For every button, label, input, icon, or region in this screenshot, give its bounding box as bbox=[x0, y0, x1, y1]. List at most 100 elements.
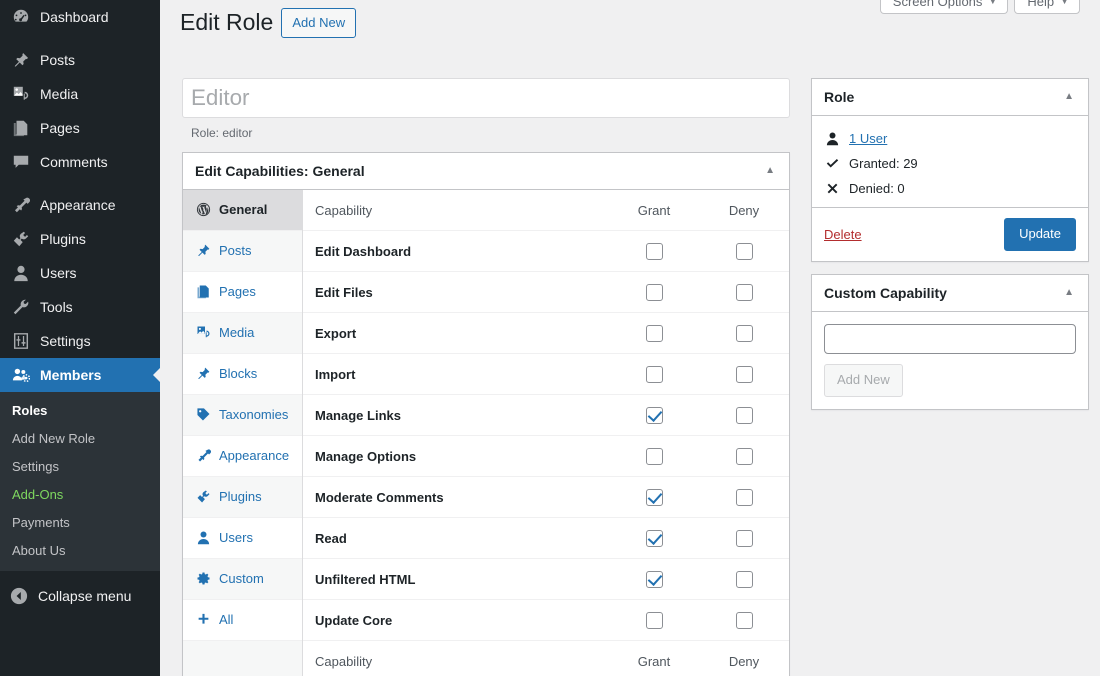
column-footer-deny: Deny bbox=[699, 641, 789, 676]
sidebar-item-appearance[interactable]: Appearance bbox=[0, 188, 160, 222]
main-column: Role: editor Edit Capabilities: General … bbox=[182, 78, 790, 676]
submenu-item-settings[interactable]: Settings bbox=[0, 453, 160, 481]
table-row: Unfiltered HTML bbox=[303, 559, 789, 600]
capability-tab-all[interactable]: All bbox=[183, 600, 302, 641]
screen-options-button[interactable]: Screen Options ▼ bbox=[880, 0, 1009, 14]
deny-checkbox[interactable] bbox=[736, 366, 753, 383]
check-icon bbox=[824, 156, 841, 171]
grant-checkbox[interactable] bbox=[646, 325, 663, 342]
sidebar-item-pages[interactable]: Pages bbox=[0, 111, 160, 145]
capability-tab-posts[interactable]: Posts bbox=[183, 231, 302, 272]
role-users-line: 1 User bbox=[824, 126, 1076, 151]
submenu-item-add-ons[interactable]: Add-Ons bbox=[0, 481, 160, 509]
toggle-caret-up-icon[interactable]: ▲ bbox=[1062, 283, 1076, 302]
members-icon bbox=[11, 365, 31, 385]
sidebar-item-posts[interactable]: Posts bbox=[0, 43, 160, 77]
sidebar-item-dashboard[interactable]: Dashboard bbox=[0, 0, 160, 34]
media-icon bbox=[11, 84, 31, 104]
custom-capability-body: Add New bbox=[812, 312, 1088, 409]
grant-checkbox[interactable] bbox=[646, 243, 663, 260]
capability-tab-appearance[interactable]: Appearance bbox=[183, 436, 302, 477]
deny-cell bbox=[699, 395, 789, 436]
grant-checkbox[interactable] bbox=[646, 284, 663, 301]
collapse-menu-button[interactable]: Collapse menu bbox=[0, 579, 160, 613]
toggle-caret-up-icon[interactable]: ▲ bbox=[763, 161, 777, 180]
capability-tab-pages[interactable]: Pages bbox=[183, 272, 302, 313]
capability-tab-media[interactable]: Media bbox=[183, 313, 302, 354]
sidebar-item-label: Settings bbox=[40, 334, 91, 348]
sidebar-item-comments[interactable]: Comments bbox=[0, 145, 160, 179]
collapse-icon bbox=[9, 586, 29, 606]
chevron-down-icon: ▼ bbox=[1060, 0, 1069, 6]
update-role-button[interactable]: Update bbox=[1004, 218, 1076, 251]
submenu-item-roles[interactable]: Roles bbox=[0, 397, 160, 425]
deny-checkbox[interactable] bbox=[736, 325, 753, 342]
deny-cell bbox=[699, 477, 789, 518]
edit-capabilities-header: Edit Capabilities: General ▲ bbox=[183, 153, 789, 190]
sidebar-separator bbox=[0, 34, 160, 43]
column-footer-capability: Capability bbox=[303, 641, 609, 676]
deny-checkbox[interactable] bbox=[736, 530, 753, 547]
grant-checkbox[interactable] bbox=[646, 530, 663, 547]
deny-checkbox[interactable] bbox=[736, 407, 753, 424]
deny-checkbox[interactable] bbox=[736, 612, 753, 629]
role-name-input[interactable] bbox=[182, 78, 790, 118]
submenu-item-payments[interactable]: Payments bbox=[0, 509, 160, 537]
table-row: Manage Options bbox=[303, 436, 789, 477]
users-icon bbox=[11, 263, 31, 283]
chevron-down-icon: ▼ bbox=[988, 0, 997, 6]
users-icon bbox=[195, 529, 212, 546]
custom-capability-input[interactable] bbox=[824, 324, 1076, 354]
submenu-item-about-us[interactable]: About Us bbox=[0, 537, 160, 565]
sidebar-item-settings[interactable]: Settings bbox=[0, 324, 160, 358]
add-new-capability-button[interactable]: Add New bbox=[824, 364, 903, 397]
role-users-link[interactable]: 1 User bbox=[849, 131, 887, 146]
grant-checkbox[interactable] bbox=[646, 448, 663, 465]
role-box-header: Role ▲ bbox=[812, 79, 1088, 116]
sidebar-item-users[interactable]: Users bbox=[0, 256, 160, 290]
sidebar-item-label: Appearance bbox=[40, 198, 116, 212]
role-granted-text: Granted: 29 bbox=[849, 156, 918, 171]
dashboard-icon bbox=[11, 7, 31, 27]
sidebar-item-media[interactable]: Media bbox=[0, 77, 160, 111]
sidebar-item-plugins[interactable]: Plugins bbox=[0, 222, 160, 256]
help-button[interactable]: Help ▼ bbox=[1014, 0, 1080, 14]
grant-checkbox[interactable] bbox=[646, 366, 663, 383]
page-title: Edit Role bbox=[180, 8, 273, 38]
role-box-body: 1 User Granted: 29 bbox=[812, 116, 1088, 207]
capability-name: Edit Dashboard bbox=[303, 231, 609, 272]
edit-capabilities-box: Edit Capabilities: General ▲ GeneralPost… bbox=[182, 152, 790, 676]
grant-checkbox[interactable] bbox=[646, 571, 663, 588]
sidebar-item-tools[interactable]: Tools bbox=[0, 290, 160, 324]
deny-checkbox[interactable] bbox=[736, 571, 753, 588]
grant-checkbox[interactable] bbox=[646, 407, 663, 424]
deny-checkbox[interactable] bbox=[736, 284, 753, 301]
sidebar-item-label: Users bbox=[40, 266, 77, 280]
media-icon bbox=[195, 324, 212, 341]
capability-tab-blocks[interactable]: Blocks bbox=[183, 354, 302, 395]
deny-checkbox[interactable] bbox=[736, 243, 753, 260]
capability-tab-users[interactable]: Users bbox=[183, 518, 302, 559]
column-header-deny: Deny bbox=[699, 190, 789, 231]
sidebar-item-members[interactable]: Members bbox=[0, 358, 160, 392]
table-row: Manage Links bbox=[303, 395, 789, 436]
table-row: Edit Files bbox=[303, 272, 789, 313]
add-new-role-button[interactable]: Add New bbox=[281, 8, 356, 38]
settings-icon bbox=[11, 331, 31, 351]
grant-checkbox[interactable] bbox=[646, 612, 663, 629]
toggle-caret-up-icon[interactable]: ▲ bbox=[1062, 87, 1076, 106]
submenu-item-add-new-role[interactable]: Add New Role bbox=[0, 425, 160, 453]
capability-tab-general[interactable]: General bbox=[183, 190, 302, 231]
role-denied-text: Denied: 0 bbox=[849, 181, 905, 196]
pin-icon bbox=[11, 50, 31, 70]
deny-checkbox[interactable] bbox=[736, 448, 753, 465]
capability-tab-taxonomies[interactable]: Taxonomies bbox=[183, 395, 302, 436]
capability-tab-plugins[interactable]: Plugins bbox=[183, 477, 302, 518]
delete-role-link[interactable]: Delete bbox=[824, 227, 862, 242]
capability-tab-label: Taxonomies bbox=[219, 407, 288, 422]
capabilities-table: Capability Grant Deny Edit DashboardEdit… bbox=[303, 190, 789, 676]
grant-checkbox[interactable] bbox=[646, 489, 663, 506]
deny-checkbox[interactable] bbox=[736, 489, 753, 506]
capability-tab-custom[interactable]: Custom bbox=[183, 559, 302, 600]
deny-cell bbox=[699, 272, 789, 313]
